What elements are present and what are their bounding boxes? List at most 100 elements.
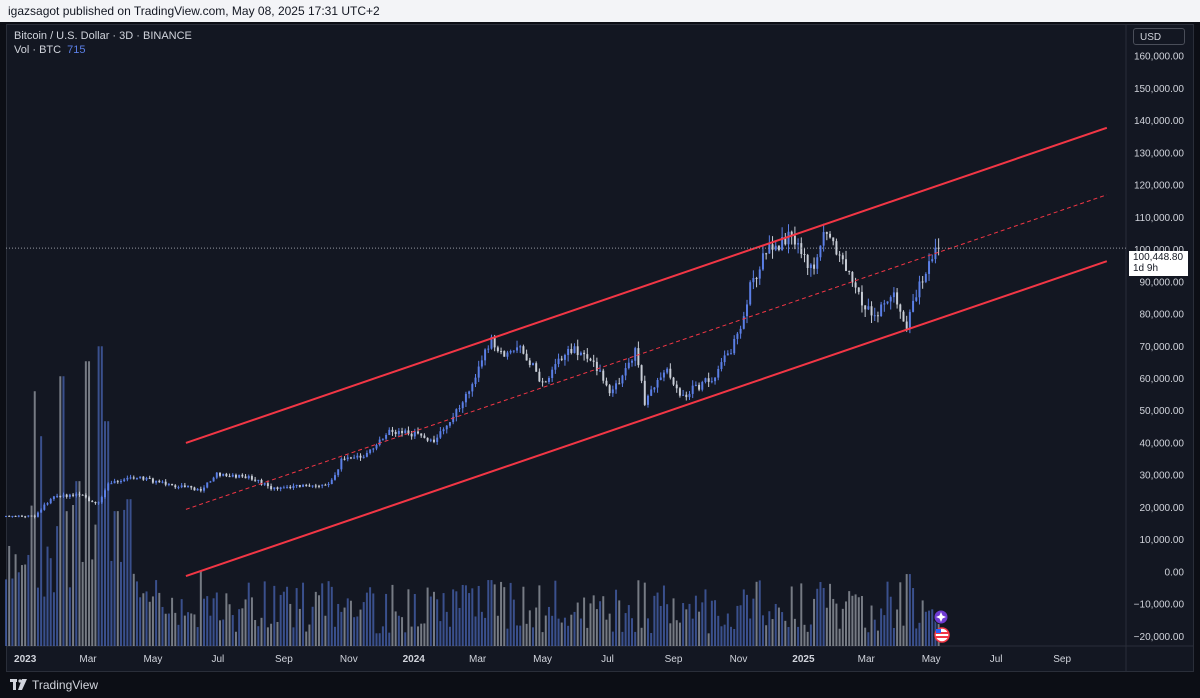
price-tick-label: 20,000.00	[1140, 503, 1185, 514]
time-tick-label: 2023	[14, 654, 37, 665]
volume-bar	[429, 596, 432, 646]
price-chart[interactable]: −20,000.00 −10,000.00 0.00 10,000.00 20,000.…	[0, 0, 1200, 698]
volume-bar	[717, 615, 720, 646]
candle-body	[691, 385, 694, 394]
volume-bar	[931, 609, 934, 646]
volume-bar	[52, 592, 55, 646]
volume-bar	[417, 626, 420, 646]
candle-body	[829, 233, 832, 238]
volume-bar	[736, 605, 739, 646]
candle-body	[385, 434, 388, 439]
candle-body	[586, 354, 589, 359]
flag-stripe	[936, 636, 948, 638]
candle-body	[567, 349, 570, 356]
candle-body	[327, 483, 330, 485]
volume-bar	[640, 627, 643, 646]
currency-button[interactable]: USD	[1133, 28, 1185, 45]
candle-body	[544, 381, 547, 383]
volume-bar	[733, 629, 736, 646]
volume-bar	[212, 598, 215, 646]
volume-bar	[608, 613, 611, 646]
flag-canton	[936, 629, 941, 633]
candle-body	[206, 482, 209, 488]
candle-body	[203, 487, 206, 491]
volume-bar	[359, 609, 362, 646]
volume-bar	[241, 608, 244, 646]
volume-bar	[605, 619, 608, 646]
candle-body	[298, 485, 301, 487]
candle-body	[464, 393, 467, 403]
candle-body	[420, 433, 423, 436]
regression-channel[interactable]	[185, 126, 1108, 578]
volume-bar	[30, 505, 33, 646]
volume-bar	[282, 591, 285, 646]
volume-bar	[254, 620, 257, 646]
candles	[5, 223, 940, 519]
volume-bar	[196, 627, 199, 646]
candle-body	[397, 431, 400, 434]
volume-bar	[199, 571, 202, 646]
volume-bar	[231, 615, 234, 646]
candle-body	[94, 502, 97, 504]
volume-bar	[113, 511, 116, 646]
volume-bar	[343, 607, 346, 646]
volume-bar	[532, 627, 534, 646]
candle-body	[100, 497, 103, 503]
channel-lower-line[interactable]	[185, 260, 1108, 578]
candle-body	[97, 502, 100, 504]
candle-body	[678, 388, 681, 396]
candle-body	[369, 449, 372, 453]
candle-body	[736, 333, 739, 339]
time-tick-label: May	[143, 654, 162, 665]
volume-legend[interactable]: Vol · BTC 715	[14, 43, 192, 57]
volume-bar	[436, 599, 439, 646]
candle-body	[219, 472, 221, 476]
tradingview-logo[interactable]: TradingView	[10, 678, 98, 692]
candle-body	[308, 485, 311, 487]
candle-body	[512, 350, 515, 352]
candle-body	[560, 358, 563, 360]
volume-bar	[592, 595, 595, 646]
volume-bar	[646, 618, 649, 646]
volume-bar	[563, 617, 566, 646]
volume-bar	[899, 582, 902, 646]
volume-bar	[611, 631, 614, 646]
candle-body	[139, 476, 142, 478]
time-tick-label: May	[533, 654, 552, 665]
candle-body	[643, 380, 646, 405]
volume-bar	[56, 526, 59, 646]
candle-body	[918, 281, 921, 298]
volume-bar	[688, 603, 691, 646]
volume-bar	[800, 583, 803, 646]
price-tick-label: 150,000.00	[1134, 84, 1184, 95]
volume-bar	[84, 361, 87, 646]
time-axis[interactable]: 2023 Mar May Jul Sep Nov 2024 Mar May Jul Sep Nov 20…	[14, 654, 1071, 665]
price-axis[interactable]: −20,000.00 −10,000.00 0.00 10,000.00 20,000.…	[1134, 52, 1185, 643]
volume-bar	[484, 617, 487, 646]
volume-bar	[151, 596, 154, 646]
volume-bar	[266, 627, 269, 646]
volume-bar	[803, 624, 806, 646]
candle-body	[634, 348, 637, 361]
candle-body	[509, 351, 512, 353]
time-tick-label: 2024	[403, 654, 426, 665]
candle-body	[302, 484, 305, 487]
symbol-title[interactable]: Bitcoin / U.S. Dollar · 3D · BINANCE	[14, 29, 192, 43]
volume-bar	[832, 598, 835, 646]
candle-body	[314, 485, 317, 487]
volume-bar	[774, 603, 777, 646]
volume-bar	[496, 615, 499, 646]
time-tick-label: Nov	[340, 654, 358, 665]
channel-middle-line[interactable]	[185, 194, 1107, 510]
candle-body	[656, 379, 659, 388]
candle-body	[104, 490, 107, 498]
volume-bar	[11, 578, 14, 646]
candle-body	[883, 303, 886, 305]
volume-label: Vol · BTC	[14, 44, 62, 56]
volume-bar	[353, 617, 356, 646]
volume-bar	[461, 584, 464, 646]
chart-legend[interactable]: Bitcoin / U.S. Dollar · 3D · BINANCE Vol…	[14, 29, 192, 57]
channel-upper-line[interactable]	[185, 126, 1108, 444]
candle-body	[685, 394, 688, 398]
volume-bar	[745, 594, 748, 646]
